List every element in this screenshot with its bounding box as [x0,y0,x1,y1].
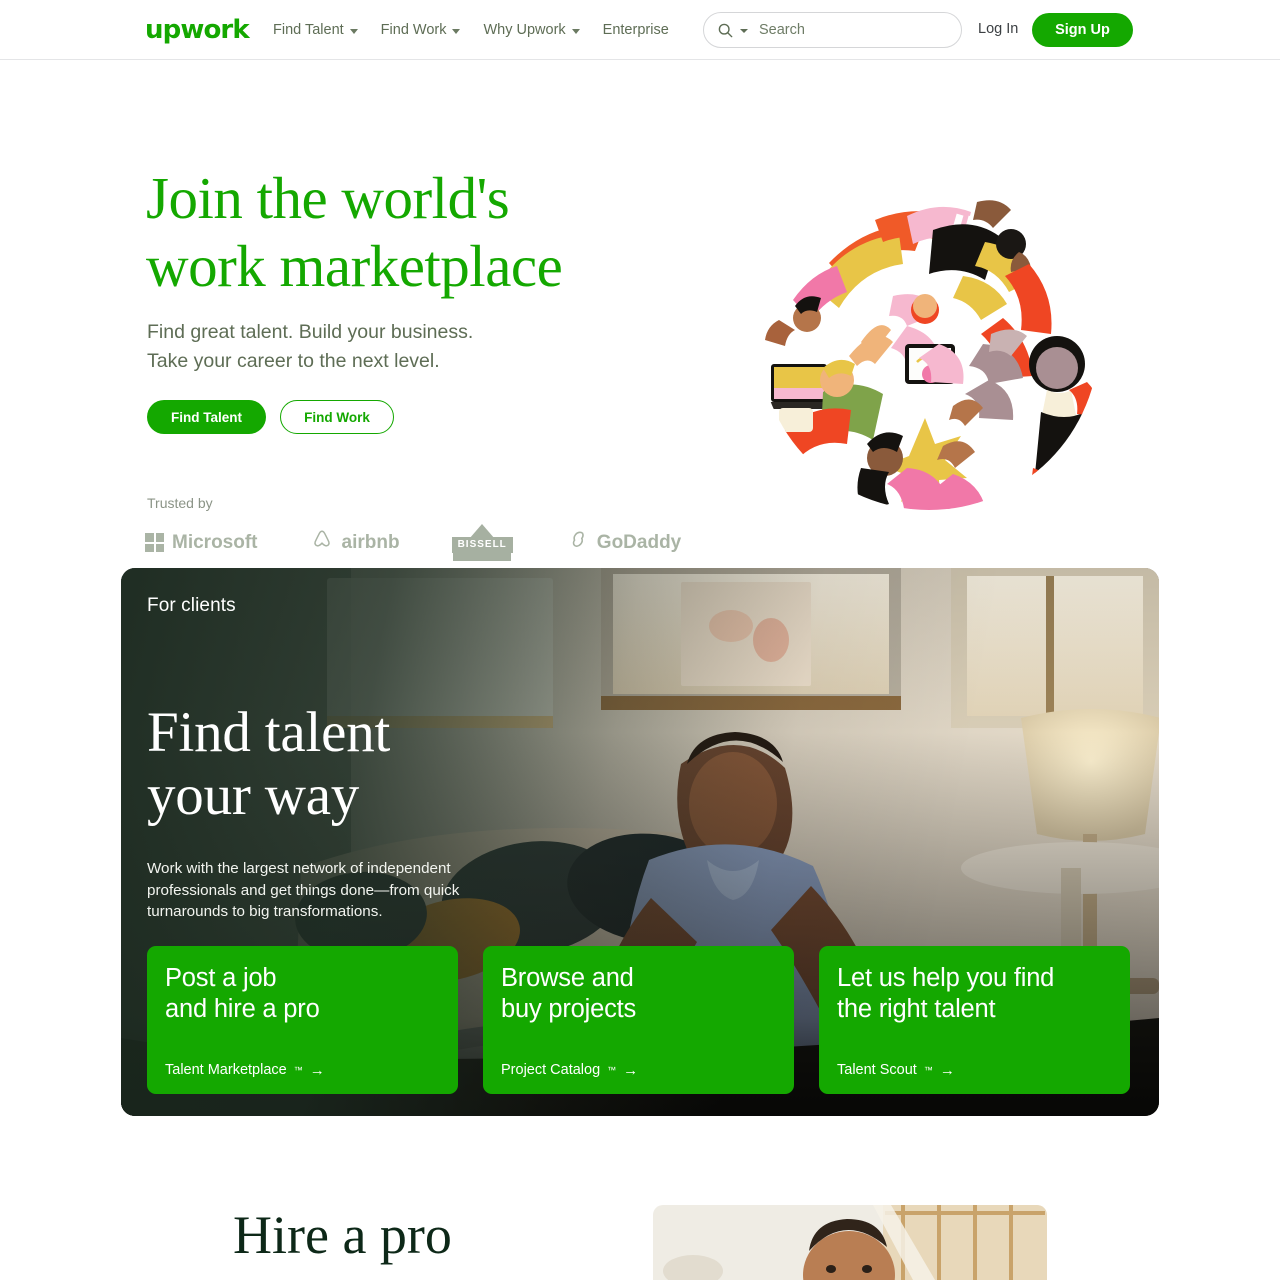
microsoft-grid-icon [145,533,164,552]
primary-nav: Find Talent Find Work Why Upwork Enterpr… [273,0,669,60]
microsoft-logo: Microsoft [145,532,258,554]
nav-item-find-work[interactable]: Find Work [381,22,461,38]
client-tiles: Post a job and hire a pro Talent Marketp… [147,946,1130,1094]
tile-link-label: Project Catalog [501,1062,601,1078]
login-link[interactable]: Log In [978,21,1018,37]
tile-link[interactable]: Talent Scout ™ → [837,1062,955,1078]
people-circle-illustration [757,168,1102,513]
brand-label: BISSELL [451,537,513,553]
hero-subtitle: Find great talent. Build your business. … [147,321,474,372]
tile-heading: Let us help you find the right talent [837,964,1055,1023]
man-in-workshop-photo [653,1205,1047,1280]
nav-label: Find Talent [273,22,344,38]
card-body-text: Work with the largest network of indepen… [147,860,460,920]
signup-button[interactable]: Sign Up [1032,13,1133,47]
trusted-brand-logos: Microsoft airbnb BISSELL GoDaddy [145,524,681,561]
site-header: upwork Find Talent Find Work Why Upwork … [0,0,1280,60]
airbnb-logo: airbnb [310,528,400,558]
tile-talent-marketplace[interactable]: Post a job and hire a pro Talent Marketp… [147,946,458,1094]
tile-talent-scout[interactable]: Let us help you find the right talent Ta… [819,946,1130,1094]
hero-section: Join the world's work marketplace Find g… [0,60,1280,568]
search-icon [718,23,733,38]
nav-label: Enterprise [602,22,669,38]
trusted-by-label: Trusted by [147,495,213,511]
search-category-chevron-icon[interactable] [740,29,748,33]
card-title: Find talent your way [147,701,391,827]
arrow-right-icon: → [939,1061,955,1079]
trademark-symbol: ™ [607,1065,617,1075]
tile-project-catalog[interactable]: Browse and buy projects Project Catalog ™… [483,946,794,1094]
brand-label: GoDaddy [596,531,682,553]
upwork-logo[interactable]: upwork [145,17,250,43]
find-work-button[interactable]: Find Work [280,400,394,434]
page-title: Join the world's work marketplace [146,165,563,299]
godaddy-logo: GoDaddy [565,528,681,558]
bissell-base-icon [453,553,512,561]
arrow-right-icon: → [309,1061,325,1079]
chevron-down-icon [571,28,580,34]
search-input[interactable] [759,22,939,38]
search-bar[interactable] [703,12,962,48]
chevron-down-icon [349,28,358,34]
brand-label: Microsoft [172,531,258,553]
bissell-logo: BISSELL [451,524,513,561]
for-clients-card: For clients Find talent your way Work wi… [121,568,1159,1116]
chevron-down-icon [452,28,461,34]
tile-link[interactable]: Talent Marketplace ™ → [165,1062,325,1078]
trademark-symbol: ™ [293,1065,303,1075]
tile-link-label: Talent Marketplace [165,1062,287,1078]
brand-label: airbnb [341,531,400,553]
tile-heading: Browse and buy projects [501,964,637,1023]
nav-label: Why Upwork [483,22,566,38]
nav-item-why-upwork[interactable]: Why Upwork [483,22,580,38]
hire-a-pro-section: Hire a pro [0,1160,1280,1280]
hero-cta-group: Find Talent Find Work [147,400,394,434]
nav-label: Find Work [380,22,447,38]
section-title: Hire a pro [233,1205,452,1265]
nav-item-find-talent[interactable]: Find Talent [273,22,358,38]
for-clients-eyebrow: For clients [147,595,236,616]
trademark-symbol: ™ [923,1065,933,1075]
tile-link-label: Talent Scout [837,1062,917,1078]
airbnb-mark-icon [310,528,334,558]
nav-item-enterprise[interactable]: Enterprise [603,22,669,38]
godaddy-mark-icon [565,528,589,558]
tile-link[interactable]: Project Catalog ™ → [501,1062,638,1078]
tile-heading: Post a job and hire a pro [165,964,320,1023]
find-talent-button[interactable]: Find Talent [147,400,266,434]
arrow-right-icon: → [623,1061,639,1079]
